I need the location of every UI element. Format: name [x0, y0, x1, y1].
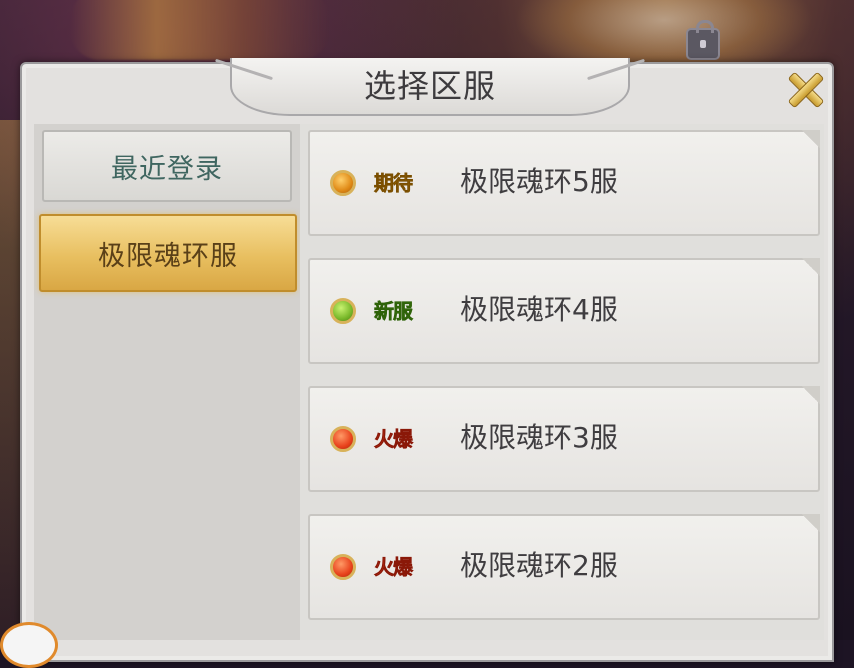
tab-extreme-soul-ring[interactable]: 极限魂环服 [39, 214, 297, 292]
server-item[interactable]: 新服 极限魂环4服 [308, 258, 820, 364]
server-item[interactable]: 火爆 极限魂环3服 [308, 386, 820, 492]
side-glow-decoration [0, 120, 22, 640]
status-label: 新服 [374, 299, 414, 324]
status-dot-icon [330, 554, 356, 580]
tab-recent-login[interactable]: 最近登录 [42, 130, 292, 202]
status-label: 火爆 [374, 427, 414, 452]
close-button[interactable] [782, 66, 828, 112]
status-label: 期待 [374, 171, 414, 196]
server-item[interactable]: 火爆 极限魂环2服 [308, 514, 820, 620]
status-dot-icon [330, 426, 356, 452]
server-item[interactable]: 期待 极限魂环5服 [308, 130, 820, 236]
category-list: 最近登录 极限魂环服 [34, 124, 302, 640]
server-list: 期待 极限魂环5服 新服 极限魂环4服 火爆 极限魂环3服 火爆 极限魂环2服 [300, 124, 824, 640]
floating-assistant-icon[interactable] [0, 622, 58, 668]
status-label: 火爆 [374, 555, 414, 580]
server-name: 极限魂环5服 [460, 165, 618, 198]
dialog-title: 选择区服 [363, 67, 496, 105]
server-name: 极限魂环2服 [460, 549, 618, 582]
status-dot-icon [330, 298, 356, 324]
game-logo-art [70, 0, 330, 60]
server-name: 极限魂环3服 [460, 421, 618, 454]
server-name: 极限魂环4服 [460, 293, 618, 326]
status-dot-icon [330, 170, 356, 196]
lock-icon[interactable] [686, 20, 720, 60]
